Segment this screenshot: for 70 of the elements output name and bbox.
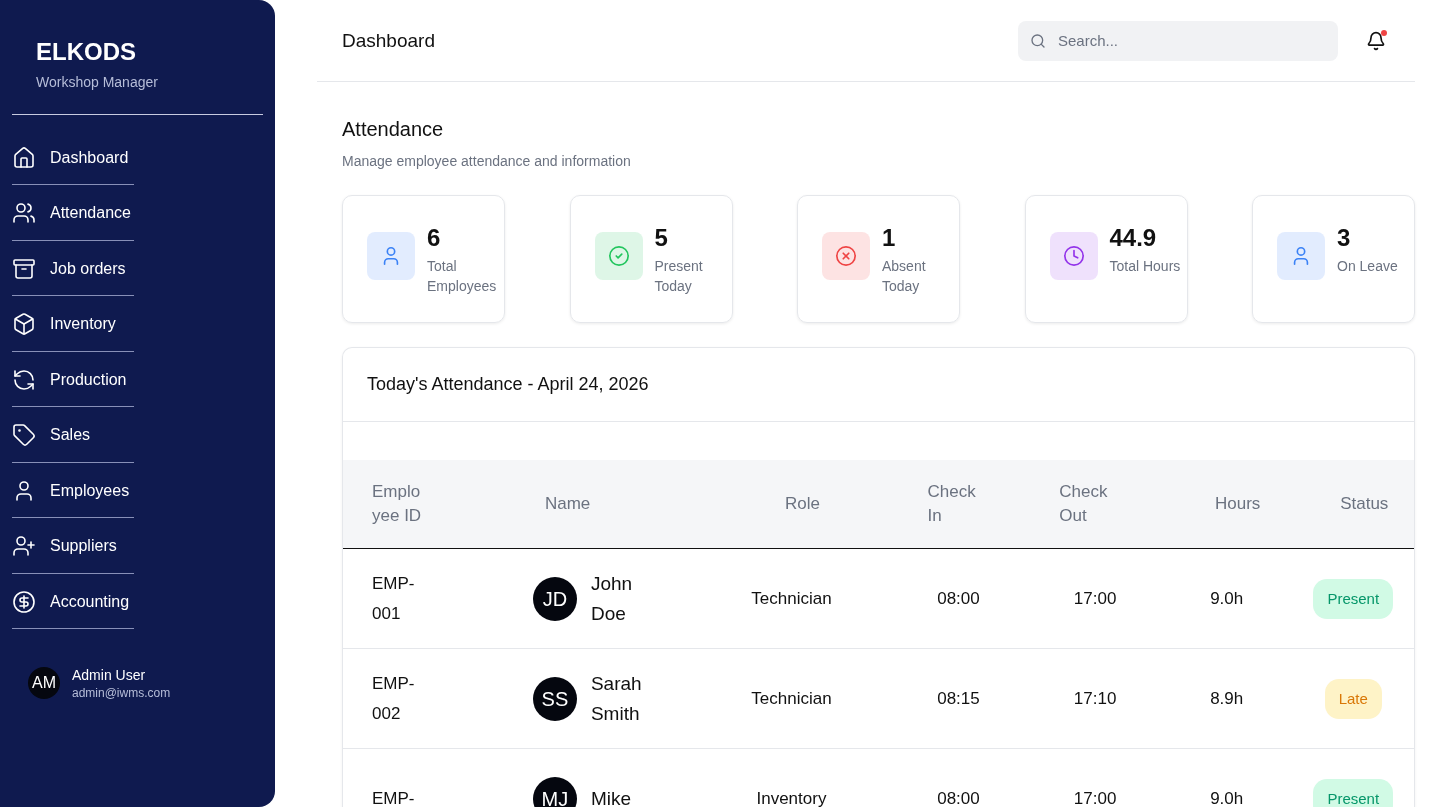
- status-badge: Late: [1324, 678, 1382, 719]
- column-header: Status: [1292, 460, 1414, 549]
- employee-avatar: SS: [532, 676, 577, 721]
- bell-icon: [1366, 30, 1386, 51]
- table-cell: EMP- 001: [343, 548, 503, 649]
- table-cell: EMP-: [343, 748, 503, 807]
- person-plus-icon: [12, 534, 36, 558]
- employee-name: John Doe: [590, 571, 634, 626]
- column-header: Role: [695, 460, 888, 549]
- column-header: Emplo yee ID: [343, 460, 503, 549]
- tray-icon: [12, 256, 36, 281]
- nav-item[interactable]: Job orders: [12, 242, 134, 296]
- page-subtitle: Manage employee attendance and information: [342, 153, 632, 169]
- nav-item[interactable]: Suppliers: [12, 519, 134, 574]
- table-cell: 9.0h: [1160, 748, 1293, 807]
- nav-item[interactable]: Attendance: [12, 186, 134, 241]
- user-email: admin@iwms.com: [72, 685, 171, 700]
- stat-value: 1: [882, 224, 897, 252]
- stat-value: 5: [654, 224, 669, 252]
- table-cell: 17:00: [1029, 748, 1161, 807]
- page-title: Attendance: [342, 118, 445, 141]
- cube-icon: [12, 312, 36, 336]
- brand-subtitle: Workshop Manager: [36, 74, 159, 90]
- nav-item[interactable]: Employees: [12, 464, 134, 518]
- table-cell: 08:15: [887, 648, 1030, 749]
- employee-name: Sarah Smith: [590, 671, 643, 726]
- nav-item[interactable]: Production: [12, 353, 134, 407]
- table-cell: 9.0h: [1160, 548, 1293, 649]
- employee-avatar: JD: [532, 576, 577, 621]
- search-icon: [1030, 32, 1046, 49]
- stat-value: 3: [1337, 224, 1352, 252]
- table-cell: 08:00: [887, 748, 1030, 807]
- nav-item[interactable]: Accounting: [12, 575, 134, 629]
- employee-name: Mike: [590, 786, 633, 807]
- table-cell: 17:00: [1029, 548, 1161, 649]
- table-cell: 17:10: [1029, 648, 1161, 749]
- nav-item[interactable]: Inventory: [12, 297, 134, 352]
- brand-name: ELKODS: [36, 38, 137, 66]
- user-name: Admin User: [72, 666, 147, 683]
- house-icon: [12, 145, 36, 170]
- table-cell: EMP- 002: [343, 648, 503, 749]
- tag-icon: [12, 423, 36, 447]
- stat-label: Present Today: [654, 257, 704, 296]
- table-cell: 8.9h: [1160, 648, 1293, 749]
- users-icon: [12, 201, 36, 225]
- stat-label: Total Employees: [427, 257, 498, 296]
- header-title: Dashboard: [342, 29, 436, 52]
- table-cell: Technician: [695, 548, 888, 649]
- table-cell: 08:00: [887, 548, 1030, 649]
- user-avatar[interactable]: AM: [28, 667, 60, 699]
- nav-item[interactable]: Dashboard: [12, 131, 134, 185]
- card-title: Today's Attendance - April 24, 2026: [343, 348, 1414, 422]
- dollar-icon: [12, 589, 36, 614]
- cycle-icon: [12, 367, 36, 392]
- stat-label: Absent Today: [882, 257, 927, 296]
- column-header: Check Out: [1029, 460, 1161, 549]
- table-cell: Inventory: [695, 748, 888, 807]
- employee-avatar: MJ: [532, 776, 577, 807]
- stat-value: 44.9: [1109, 224, 1158, 252]
- search-field[interactable]: Search...: [1018, 20, 1338, 61]
- column-header: Hours: [1160, 460, 1293, 549]
- stat-label: On Leave: [1337, 257, 1398, 276]
- stat-value: 6: [427, 224, 442, 252]
- status-badge: Present: [1313, 578, 1394, 619]
- status-badge: Present: [1313, 778, 1394, 807]
- column-header: Name: [502, 460, 696, 549]
- column-header: Check In: [887, 460, 1030, 549]
- stat-label: Total Hours: [1109, 257, 1181, 276]
- nav-item[interactable]: Sales: [12, 408, 134, 463]
- table-cell: Technician: [695, 648, 888, 749]
